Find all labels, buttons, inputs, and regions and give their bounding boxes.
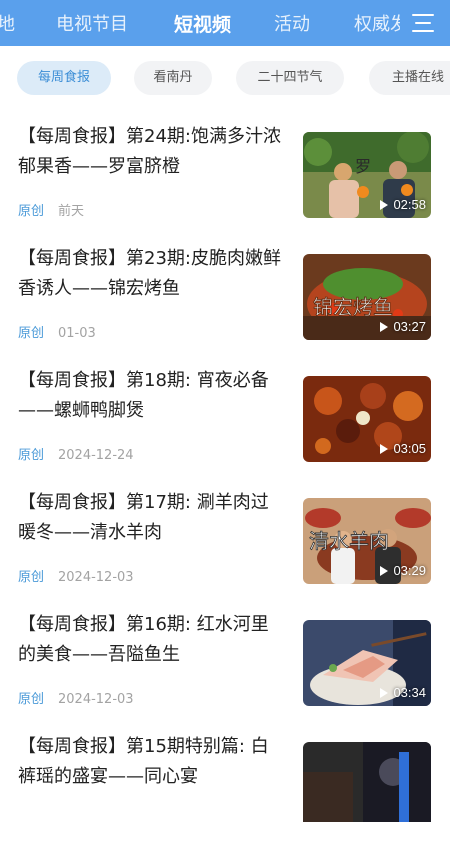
thumbnail-image — [303, 742, 431, 822]
original-tag: 原创 — [18, 204, 45, 219]
video-title: 【每周食报】第16期: 红水河里的美食——吾隘鱼生 — [18, 614, 269, 665]
list-item[interactable]: 【每周食报】第23期:皮脆肉嫩鲜香诱人——锦宏烤鱼 原创 01-03 锦宏烤鱼 0… — [0, 232, 450, 354]
video-thumbnail[interactable]: 罗 02:58 — [303, 132, 431, 218]
publish-date: 01-03 — [58, 326, 96, 341]
publish-date: 2024-12-03 — [58, 570, 134, 585]
publish-date: 前天 — [58, 204, 85, 219]
chip-anchor-online[interactable]: 主播在线 — [369, 61, 450, 95]
video-title: 【每周食报】第17期: 涮羊肉过暖冬——清水羊肉 — [18, 492, 269, 543]
chip-kan-nandan[interactable]: 看南丹 — [134, 61, 212, 95]
tab-tv-programs[interactable]: 电视节目 — [56, 10, 128, 36]
tab-local[interactable]: 地 — [0, 10, 15, 36]
video-title: 【每周食报】第24期:饱满多汁浓郁果香——罗富脐橙 — [18, 126, 281, 177]
svg-text:罗: 罗 — [355, 157, 371, 176]
video-thumbnail[interactable]: 03:05 — [303, 376, 431, 462]
hamburger-menu-icon[interactable] — [412, 12, 436, 34]
publish-date: 2024-12-03 — [58, 692, 134, 707]
original-tag: 原创 — [18, 448, 45, 463]
tab-activities[interactable]: 活动 — [274, 10, 310, 36]
duration-label: 03:29 — [380, 563, 426, 578]
list-item[interactable]: 【每周食报】第17期: 涮羊肉过暖冬——清水羊肉 原创 2024-12-03 清水… — [0, 476, 450, 598]
play-icon — [380, 688, 389, 698]
list-item[interactable]: 【每周食报】第18期: 宵夜必备——螺蛳鸭脚煲 原创 2024-12-24 03:… — [0, 354, 450, 476]
video-thumbnail[interactable]: 03:34 — [303, 620, 431, 706]
video-title: 【每周食报】第18期: 宵夜必备——螺蛳鸭脚煲 — [18, 370, 269, 421]
chip-weekly-food[interactable]: 每周食报 — [17, 61, 111, 95]
duration-label: 02:58 — [380, 197, 426, 212]
category-chips: 每周食报 看南丹 二十四节气 主播在线 — [0, 58, 450, 102]
play-icon — [380, 200, 389, 210]
list-item[interactable]: 【每周食报】第16期: 红水河里的美食——吾隘鱼生 原创 2024-12-03 0… — [0, 598, 450, 720]
video-thumbnail[interactable]: 锦宏烤鱼 03:27 — [303, 254, 431, 340]
original-tag: 原创 — [18, 692, 45, 707]
tab-short-video[interactable]: 短视频 — [174, 10, 231, 37]
video-meta: 原创 前天 — [18, 200, 84, 219]
video-title: 【每周食报】第15期特别篇: 白裤瑶的盛宴——同心宴 — [18, 736, 269, 787]
chip-24-solar-terms[interactable]: 二十四节气 — [236, 61, 344, 95]
top-nav-bar: 地 电视节目 短视频 活动 权威发 — [0, 0, 450, 46]
duration-label: 03:34 — [380, 685, 426, 700]
duration-label: 03:27 — [380, 319, 426, 334]
tab-authoritative-release[interactable]: 权威发 — [354, 10, 400, 36]
duration-label: 03:05 — [380, 441, 426, 456]
list-item[interactable]: 【每周食报】第15期特别篇: 白裤瑶的盛宴——同心宴 — [0, 720, 450, 842]
svg-text:清水羊肉: 清水羊肉 — [309, 529, 389, 553]
play-icon — [380, 322, 389, 332]
video-thumbnail[interactable] — [303, 742, 431, 822]
video-title: 【每周食报】第23期:皮脆肉嫩鲜香诱人——锦宏烤鱼 — [18, 248, 281, 299]
original-tag: 原创 — [18, 570, 45, 585]
video-meta: 原创 2024-12-03 — [18, 566, 134, 585]
play-icon — [380, 566, 389, 576]
publish-date: 2024-12-24 — [58, 448, 134, 463]
video-thumbnail[interactable]: 清水羊肉 03:29 — [303, 498, 431, 584]
nav-tabs: 地 电视节目 短视频 活动 权威发 — [0, 0, 400, 46]
original-tag: 原创 — [18, 326, 45, 341]
list-item[interactable]: 【每周食报】第24期:饱满多汁浓郁果香——罗富脐橙 原创 前天 罗 02:58 — [0, 110, 450, 232]
video-meta: 原创 01-03 — [18, 322, 96, 341]
video-meta: 原创 2024-12-24 — [18, 444, 134, 463]
video-meta: 原创 2024-12-03 — [18, 688, 134, 707]
svg-text:锦宏烤鱼: 锦宏烤鱼 — [313, 295, 393, 319]
play-icon — [380, 444, 389, 454]
